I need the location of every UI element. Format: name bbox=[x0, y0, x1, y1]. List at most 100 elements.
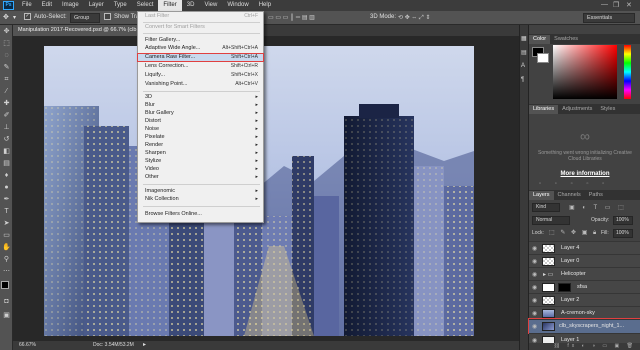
visibility-eye-icon[interactable]: ◉ bbox=[532, 323, 537, 330]
color-field[interactable] bbox=[553, 45, 617, 99]
menu-item-sharpen[interactable]: Sharpen ▸ bbox=[145, 150, 260, 157]
history-panel-icon[interactable]: ▦ bbox=[521, 35, 527, 42]
visibility-eye-icon[interactable]: ◉ bbox=[532, 245, 537, 252]
zoom-tool-icon[interactable]: ⚲ bbox=[1, 255, 12, 265]
menu-item-blur-gallery[interactable]: Blur Gallery ▸ bbox=[145, 110, 260, 117]
zoom-level[interactable]: 66.67% bbox=[19, 341, 36, 350]
menu-edit[interactable]: Edit bbox=[37, 0, 57, 11]
quick-mask-icon[interactable]: ◘ bbox=[1, 297, 12, 307]
layer-row[interactable]: ◉ A-cremon-sky bbox=[529, 306, 640, 319]
menu-file[interactable]: File bbox=[17, 0, 37, 11]
maximize-icon[interactable]: ❐ bbox=[613, 1, 619, 9]
tab-adjustments[interactable]: Adjustments bbox=[558, 105, 596, 114]
tab-layers[interactable]: Layers bbox=[529, 191, 554, 200]
shape-tool-icon[interactable]: ▭ bbox=[1, 231, 12, 241]
layer-row[interactable]: ◉ Layer 4 bbox=[529, 241, 640, 254]
move-tool-icon[interactable]: ✥ bbox=[3, 13, 9, 21]
edit-toolbar-icon[interactable]: ⋯ bbox=[1, 267, 12, 277]
menu-item-3d[interactable]: 3D ▸ bbox=[145, 94, 260, 101]
hue-slider[interactable] bbox=[624, 45, 631, 99]
visibility-eye-icon[interactable]: ◉ bbox=[532, 258, 537, 265]
eyedropper-tool-icon[interactable]: ⁄ bbox=[1, 87, 12, 97]
align-icons[interactable]: ▭ ▭ ▭ ║ ═ ▤ ▥ bbox=[268, 14, 315, 21]
more-information-link[interactable]: More information bbox=[537, 171, 633, 177]
menu-item-browse-online[interactable]: Browse Filters Online... bbox=[145, 211, 260, 218]
menu-layer[interactable]: Layer bbox=[84, 0, 109, 11]
fill-field[interactable]: 100% bbox=[613, 229, 633, 238]
background-color-chip[interactable] bbox=[537, 53, 549, 63]
visibility-eye-icon[interactable]: ◉ bbox=[532, 310, 537, 317]
menu-item-video[interactable]: Video ▸ bbox=[145, 166, 260, 173]
pen-tool-icon[interactable]: ✒ bbox=[1, 195, 12, 205]
tab-channels[interactable]: Channels bbox=[554, 191, 585, 200]
layer-row[interactable]: ◉ Layer 2 bbox=[529, 293, 640, 306]
hand-tool-icon[interactable]: ✋ bbox=[1, 243, 12, 253]
tab-styles[interactable]: Styles bbox=[596, 105, 619, 114]
layer-row[interactable]: ◉ sfsa bbox=[529, 280, 640, 293]
menu-item-lens-correction[interactable]: Lens Correction... Shift+Ctrl+R bbox=[145, 63, 260, 70]
menu-item-nik-collection[interactable]: Nik Collection ▸ bbox=[145, 196, 260, 203]
menu-select[interactable]: Select bbox=[132, 0, 159, 11]
menu-item-last-filter[interactable]: Last Filter Ctrl+F bbox=[145, 13, 260, 20]
tool-preset-chevron-icon[interactable]: ▾ bbox=[13, 14, 16, 21]
menu-filter[interactable]: Filter bbox=[158, 0, 182, 11]
menu-item-convert-smart[interactable]: Convert for Smart Filters bbox=[145, 24, 260, 31]
move-tool-icon[interactable]: ✥ bbox=[1, 27, 12, 37]
libraries-footer-icons[interactable]: ▫ ▫ ▫ ▫ ▫ bbox=[539, 181, 610, 187]
close-icon[interactable]: ✕ bbox=[626, 1, 632, 9]
menu-item-render[interactable]: Render ▸ bbox=[145, 142, 260, 149]
lasso-tool-icon[interactable]: ◌ bbox=[1, 51, 12, 61]
layer-row-selected[interactable]: ◉ clb_skyscrapers_night_1... bbox=[528, 318, 640, 334]
layer-row[interactable]: ◉ Layer 0 bbox=[529, 254, 640, 267]
gradient-tool-icon[interactable]: ▤ bbox=[1, 159, 12, 169]
layer-filter-icons[interactable]: ▣ ◐ T ▭ ⬚ bbox=[569, 204, 627, 211]
eraser-tool-icon[interactable]: ◧ bbox=[1, 147, 12, 157]
type-tool-icon[interactable]: T bbox=[1, 207, 12, 217]
menu-item-vanishing-point[interactable]: Vanishing Point... Alt+Ctrl+V bbox=[145, 81, 260, 88]
menu-image[interactable]: Image bbox=[57, 0, 84, 11]
menu-item-liquify[interactable]: Liquify... Shift+Ctrl+X bbox=[145, 72, 260, 79]
lock-icons[interactable]: ⬚ ✎ ✥ ▣ 🔒︎ bbox=[549, 229, 598, 237]
visibility-eye-icon[interactable]: ◉ bbox=[532, 297, 537, 304]
properties-panel-icon[interactable]: ▤ bbox=[521, 49, 527, 56]
menu-item-camera-raw[interactable]: Camera Raw Filter... Shift+Ctrl+A bbox=[137, 53, 264, 62]
menu-3d[interactable]: 3D bbox=[182, 0, 200, 11]
auto-select-checkbox[interactable]: ✓ bbox=[24, 13, 31, 20]
menu-window[interactable]: Window bbox=[222, 0, 253, 11]
blur-tool-icon[interactable]: ♦ bbox=[1, 171, 12, 181]
blend-mode-dropdown[interactable]: Normal bbox=[532, 216, 570, 225]
crop-tool-icon[interactable]: ⌗ bbox=[1, 75, 12, 85]
screen-mode-icon[interactable]: ▣ bbox=[1, 311, 12, 321]
history-brush-tool-icon[interactable]: ↺ bbox=[1, 135, 12, 145]
dodge-tool-icon[interactable]: ● bbox=[1, 183, 12, 193]
menu-help[interactable]: Help bbox=[254, 0, 276, 11]
menu-type[interactable]: Type bbox=[109, 0, 132, 11]
paragraph-panel-icon[interactable]: ¶ bbox=[521, 77, 524, 83]
menu-item-filter-gallery[interactable]: Filter Gallery... bbox=[145, 37, 260, 44]
marquee-tool-icon[interactable]: ⬚ bbox=[1, 39, 12, 49]
layer-group-row[interactable]: ◉ ▸ ▭ Helicopter bbox=[529, 267, 640, 280]
menu-item-blur[interactable]: Blur ▸ bbox=[145, 102, 260, 109]
brush-tool-icon[interactable]: ✐ bbox=[1, 111, 12, 121]
menu-item-adaptive-wide-angle[interactable]: Adaptive Wide Angle... Alt+Shift+Ctrl+A bbox=[145, 45, 260, 52]
workspace-dropdown[interactable]: Essentials bbox=[583, 13, 635, 23]
visibility-eye-icon[interactable]: ◉ bbox=[532, 284, 537, 291]
canvas-area[interactable] bbox=[13, 36, 520, 341]
menu-item-noise[interactable]: Noise ▸ bbox=[145, 126, 260, 133]
menu-item-stylize[interactable]: Stylize ▸ bbox=[145, 158, 260, 165]
status-arrow-icon[interactable]: ▸ bbox=[143, 341, 146, 350]
auto-select-dropdown[interactable]: Group bbox=[70, 13, 100, 23]
tab-paths[interactable]: Paths bbox=[585, 191, 607, 200]
tab-libraries[interactable]: Libraries bbox=[529, 105, 559, 114]
menu-item-other[interactable]: Other ▸ bbox=[145, 174, 260, 181]
foreground-color-swatch[interactable] bbox=[1, 281, 9, 289]
quick-select-tool-icon[interactable]: ✎ bbox=[1, 63, 12, 73]
minimize-icon[interactable]: — bbox=[601, 1, 608, 8]
clone-stamp-tool-icon[interactable]: ⊥ bbox=[1, 123, 12, 133]
show-transform-checkbox[interactable] bbox=[104, 13, 111, 20]
menu-item-pixelate[interactable]: Pixelate ▸ bbox=[145, 134, 260, 141]
path-select-tool-icon[interactable]: ➤ bbox=[1, 219, 12, 229]
menu-view[interactable]: View bbox=[199, 0, 222, 11]
character-panel-icon[interactable]: A bbox=[521, 63, 525, 69]
menu-item-imagenomic[interactable]: Imagenomic ▸ bbox=[145, 188, 260, 195]
